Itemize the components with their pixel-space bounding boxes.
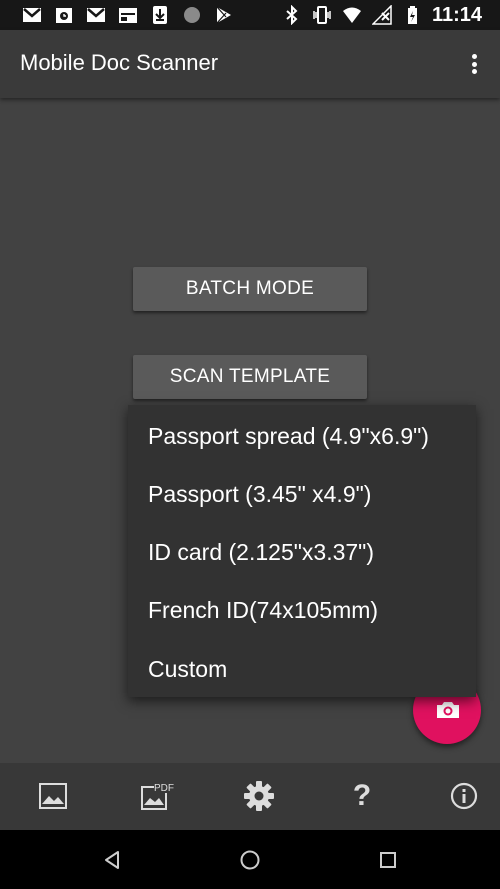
back-icon[interactable]	[100, 848, 124, 872]
download-icon	[153, 6, 167, 24]
battery-icon	[407, 6, 417, 24]
no-signal-icon	[371, 5, 392, 25]
pdf-badge: PDF	[154, 783, 174, 794]
calendar-icon	[119, 8, 137, 23]
system-icons: 11:14	[282, 4, 482, 26]
vibrate-icon	[313, 6, 331, 24]
scan-template-menu: Passport spread (4.9"x6.9") Passport (3.…	[128, 405, 476, 697]
notification-icons	[22, 5, 234, 25]
wifi-icon	[342, 7, 361, 23]
app-bar: Mobile Doc Scanner	[0, 30, 500, 98]
gmail-icon	[23, 8, 41, 22]
home-icon[interactable]	[238, 848, 262, 872]
menu-item-french-id[interactable]: French ID(74x105mm)	[148, 597, 378, 624]
play-store-icon	[216, 6, 231, 24]
camera-icon	[437, 702, 459, 718]
menu-item-custom[interactable]: Custom	[148, 656, 227, 683]
more-vert-icon[interactable]	[464, 50, 484, 78]
alarm-icon	[56, 8, 72, 23]
app-title: Mobile Doc Scanner	[20, 50, 219, 75]
gmail-icon	[87, 8, 105, 22]
system-nav-bar	[0, 830, 500, 889]
recents-icon[interactable]	[376, 848, 400, 872]
status-time: 11:14	[431, 4, 482, 26]
menu-item-passport-spread[interactable]: Passport spread (4.9"x6.9")	[148, 423, 429, 450]
image-icon[interactable]	[36, 779, 70, 813]
scan-template-button[interactable]: SCAN TEMPLATE	[133, 355, 367, 399]
info-icon[interactable]	[447, 779, 481, 813]
circle-icon	[184, 7, 200, 23]
bluetooth-icon	[286, 5, 298, 25]
menu-item-id-card[interactable]: ID card (2.125"x3.37")	[148, 539, 374, 566]
menu-item-passport[interactable]: Passport (3.45" x4.9")	[148, 481, 371, 508]
help-icon[interactable]: ?	[345, 779, 379, 813]
status-bar: 11:14	[0, 0, 500, 30]
batch-mode-button[interactable]: BATCH MODE	[133, 267, 367, 311]
pdf-icon[interactable]: PDF	[140, 779, 174, 813]
gear-icon[interactable]	[242, 779, 276, 813]
bottom-toolbar: PDF ?	[0, 763, 500, 830]
